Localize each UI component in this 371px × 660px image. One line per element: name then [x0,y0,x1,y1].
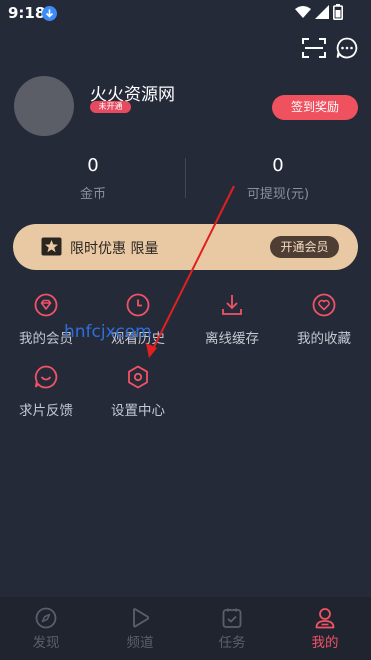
heart-icon [312,293,336,317]
menu-label: 设置中心 [111,403,165,419]
withdrawable-label: 可提现(元) [246,187,310,202]
compass-icon [35,607,57,629]
task-check-icon [222,608,242,628]
menu-item-favorites[interactable]: 我的收藏 [284,293,364,363]
battery-icon [333,4,343,20]
nav-discover[interactable]: 发现 [16,597,76,660]
scan-icon[interactable] [302,37,326,59]
stats-divider [185,158,186,198]
vip-status-badge: 未开通 [90,101,131,113]
menu-label: 我的收藏 [297,331,351,347]
smile-chat-icon [34,365,58,389]
bottom-nav: 发现 频道 任务 我的 [0,597,371,660]
clock-icon [126,293,150,317]
diamond-icon [34,293,58,317]
menu-label: 求片反馈 [19,403,73,419]
vip-promo-banner[interactable]: 限时优惠 限量 开通会员 [13,224,358,270]
nav-channel[interactable]: 频道 [110,597,170,660]
menu-item-request-feedback[interactable]: 求片反馈 [6,365,86,435]
nav-label: 我的 [311,635,339,651]
nav-label: 发现 [32,635,60,651]
withdrawable-value: 0 [272,155,284,176]
download-notification-icon [42,6,57,21]
nav-label: 频道 [126,635,154,651]
coins-value: 0 [87,155,99,176]
menu-item-offline-cache[interactable]: 离线缓存 [192,293,272,363]
open-vip-button[interactable]: 开通会员 [270,236,339,258]
settings-hexagon-icon [128,365,148,389]
menu-item-settings[interactable]: 设置中心 [98,365,178,435]
nav-tasks[interactable]: 任务 [202,597,262,660]
signal-icon [315,5,329,19]
checkin-reward-button[interactable]: 签到奖励 [272,95,358,120]
menu-label: 离线缓存 [205,331,259,347]
coins-stat[interactable]: 0 金币 [33,155,153,202]
message-icon[interactable] [336,37,358,59]
nav-mine[interactable]: 我的 [295,597,355,660]
user-icon [315,608,335,629]
avatar[interactable] [14,76,74,136]
nav-label: 任务 [218,635,246,651]
play-icon [133,608,150,628]
status-bar: 9:18 [0,0,371,26]
status-time: 9:18 [8,4,46,22]
watermark: hnfcjxcom [64,322,152,342]
wifi-icon [295,6,311,18]
star-icon [41,237,62,256]
coins-label: 金币 [79,187,106,202]
withdrawable-stat[interactable]: 0 可提现(元) [218,155,338,202]
download-icon [222,295,242,315]
vip-promo-text: 限时优惠 限量 [70,241,159,257]
